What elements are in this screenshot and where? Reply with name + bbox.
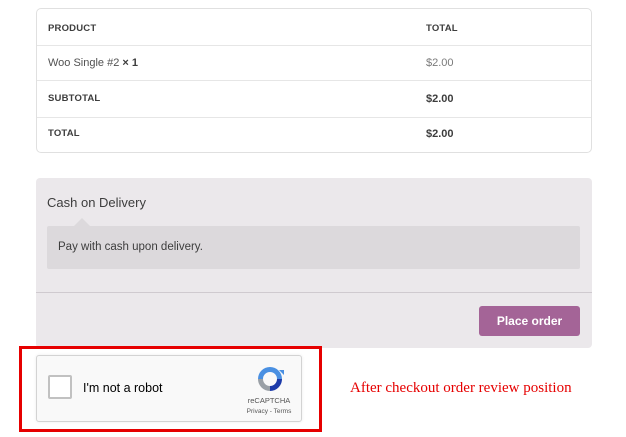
payment-method-description-box: Pay with cash upon delivery. <box>47 226 580 269</box>
recaptcha-brand: reCAPTCHA <box>247 396 291 405</box>
recaptcha-links[interactable]: Privacy - Terms <box>233 408 305 415</box>
place-order-button[interactable]: Place order <box>479 306 580 336</box>
total-value: $2.00 <box>426 128 454 140</box>
order-review-table: PRODUCT TOTAL Woo Single #2 × 1 $2.00 SU… <box>36 8 592 153</box>
product-name: Woo Single #2 <box>48 57 120 69</box>
product-total: $2.00 <box>426 57 454 69</box>
payment-method-title[interactable]: Cash on Delivery <box>47 195 146 210</box>
payment-section: Cash on Delivery Pay with cash upon deli… <box>36 178 592 348</box>
recaptcha-checkbox[interactable] <box>48 375 72 399</box>
annotation-caption: After checkout order review position <box>350 380 572 396</box>
payment-method-description: Pay with cash upon delivery. <box>58 241 203 253</box>
payment-divider <box>36 292 592 293</box>
recaptcha-widget: I'm not a robot reCAPTCHA Privacy - Term… <box>36 355 302 422</box>
row-divider <box>37 80 591 81</box>
total-column-header: TOTAL <box>426 23 458 34</box>
recaptcha-logo-icon <box>258 367 284 391</box>
product-cell: Woo Single #2 × 1 <box>48 57 138 69</box>
product-column-header: PRODUCT <box>48 23 97 34</box>
row-divider <box>37 117 591 118</box>
recaptcha-label: I'm not a robot <box>83 381 163 395</box>
subtotal-label: SUBTOTAL <box>48 93 101 104</box>
subtotal-value: $2.00 <box>426 93 454 105</box>
row-divider <box>37 45 591 46</box>
total-label: TOTAL <box>48 128 80 139</box>
product-quantity: × 1 <box>122 57 139 69</box>
description-pointer <box>74 218 90 226</box>
